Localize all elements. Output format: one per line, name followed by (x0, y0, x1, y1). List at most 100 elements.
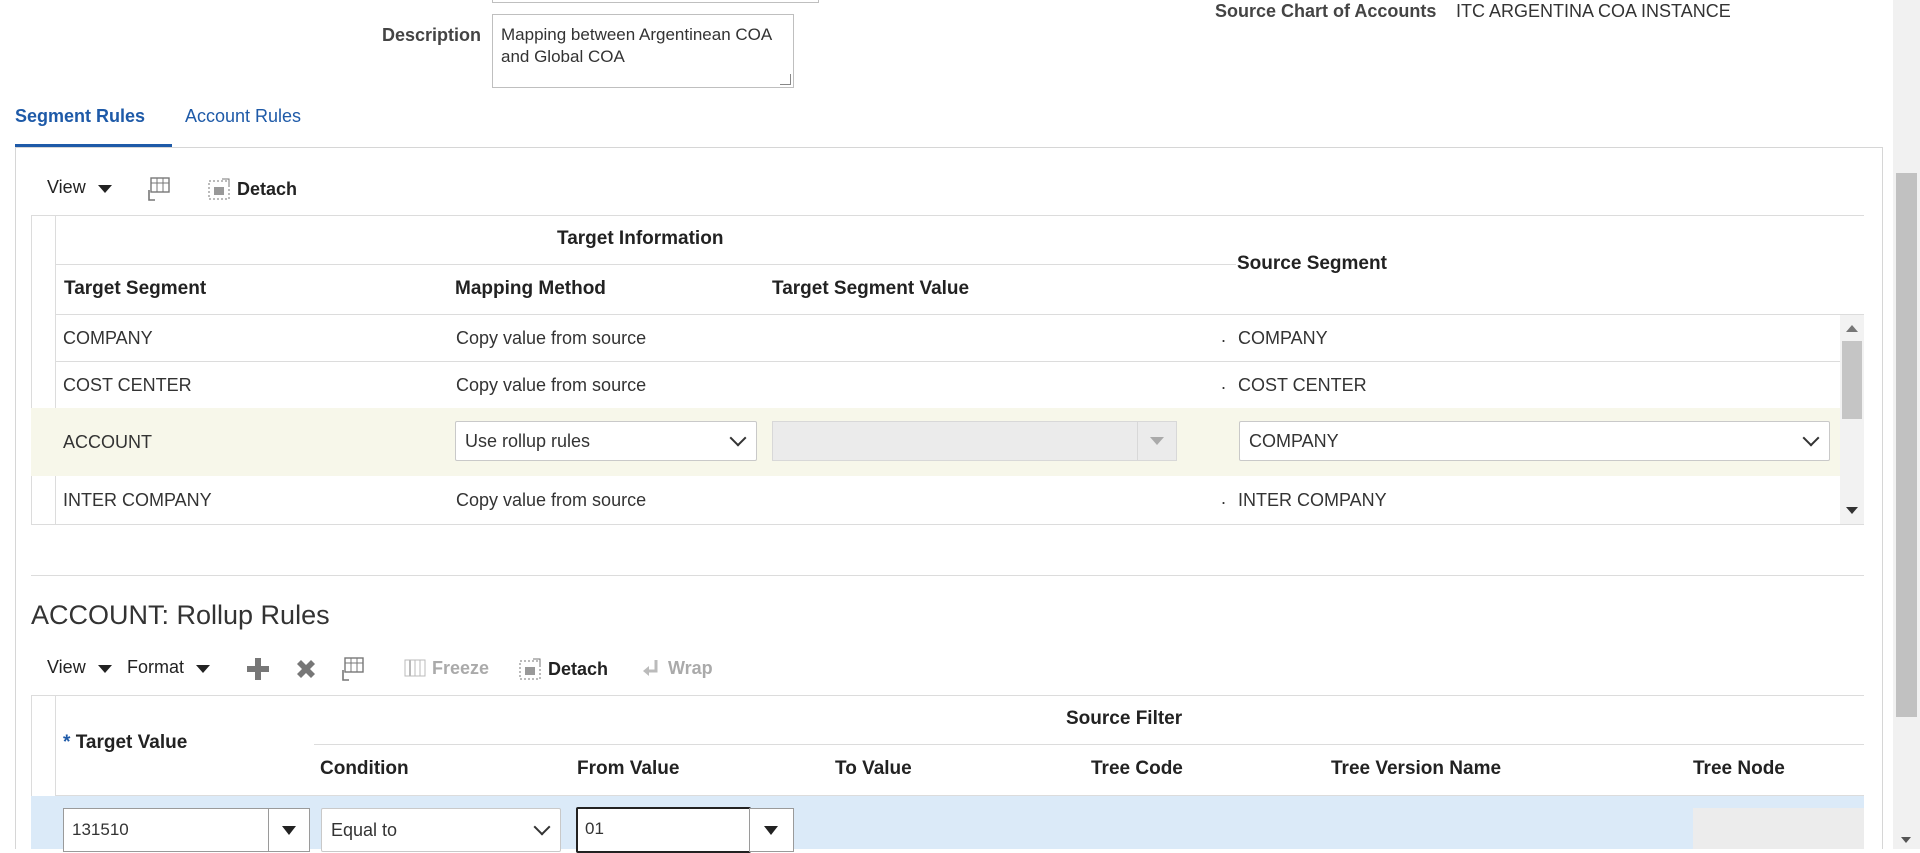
add-icon[interactable] (245, 656, 271, 687)
mapping-method-select[interactable]: Use rollup rules (455, 421, 757, 461)
wrap-icon (643, 660, 658, 676)
required-marker: * (63, 732, 71, 753)
condition-select[interactable]: Equal to (321, 808, 561, 852)
freeze-icon (404, 659, 426, 677)
detach-label: Detach (237, 178, 298, 199)
col-source-segment[interactable]: Source Segment (1237, 253, 1387, 275)
wrap-label: Wrap (668, 657, 713, 678)
source-coa-label: Source Chart of Accounts (1215, 1, 1437, 21)
source-segment-select[interactable]: COMPANY (1239, 421, 1830, 461)
table-top-border (31, 215, 1864, 216)
cell-target-segment: INTER COMPANY (63, 490, 212, 510)
source-segment-value: COMPANY (1249, 430, 1339, 451)
col-tree-version-name[interactable]: Tree Version Name (1331, 758, 1501, 780)
caret-down-icon (97, 185, 112, 193)
col-target-value[interactable]: * Target Value (63, 732, 187, 754)
detach-button[interactable]: Detach (207, 177, 297, 201)
cell-mapping-method: Copy value from source (456, 375, 647, 395)
description-value: Mapping between Argentinean COA and Glob… (501, 25, 772, 66)
table-row[interactable]: COST CENTER Copy value from source . COS… (55, 362, 1840, 408)
caret-down-icon (196, 665, 211, 673)
col-target-value-label: Target Value (75, 732, 188, 753)
view-menu[interactable]: View (47, 177, 112, 198)
rollup-detach-button[interactable]: Detach (518, 657, 608, 681)
view-menu-label: View (47, 177, 86, 197)
tree-node-field-disabled (1693, 808, 1864, 849)
group-header-line (55, 264, 1236, 265)
chevron-down-icon (729, 429, 747, 447)
condition-value: Equal to (331, 819, 398, 840)
caret-down-icon (1150, 437, 1164, 445)
table-scrollbar-thumb[interactable] (1842, 341, 1862, 419)
target-value-input[interactable]: 131510 (72, 820, 129, 840)
rollup-rules-title: ACCOUNT: Rollup Rules (31, 600, 330, 630)
cell-target-segment: ACCOUNT (63, 432, 152, 452)
from-value-input[interactable]: 01 (576, 807, 751, 853)
dropdown-button-disabled (1137, 422, 1176, 460)
table-row[interactable]: COMPANY Copy value from source . COMPANY (55, 315, 1840, 361)
source-filter-line (314, 744, 1864, 745)
col-condition[interactable]: Condition (320, 758, 409, 780)
caret-down-icon (97, 665, 112, 673)
delete-icon[interactable] (293, 656, 319, 687)
page-scrollbar[interactable] (1893, 0, 1920, 849)
col-tree-node[interactable]: Tree Node (1693, 758, 1785, 780)
target-segment-value-combobox (772, 421, 1177, 461)
col-target-segment-value[interactable]: Target Segment Value (772, 278, 969, 300)
view-menu-label: View (47, 657, 86, 677)
table-left-border (31, 215, 32, 524)
mapping-method-value: Use rollup rules (465, 430, 591, 451)
target-information-header: Target Information (557, 228, 724, 249)
rollup-view-menu[interactable]: View (47, 657, 112, 678)
detach-label: Detach (548, 658, 609, 679)
table-row[interactable]: INTER COMPANY Copy value from source . I… (55, 478, 1840, 524)
detach-icon (208, 178, 230, 200)
freeze-button: Freeze (404, 657, 489, 679)
from-value-dropdown-button[interactable] (749, 808, 794, 852)
rollup-table-top (31, 695, 1864, 696)
table-scrollbar[interactable] (1840, 315, 1864, 524)
source-filter-header: Source Filter (1066, 708, 1183, 729)
columns-icon[interactable] (341, 656, 365, 687)
cell-dot: . (1221, 488, 1227, 508)
col-target-segment[interactable]: Target Segment (64, 278, 206, 300)
rollup-row-editing[interactable]: 131510 Equal to 01 (31, 796, 1864, 853)
scroll-up-icon[interactable] (1846, 325, 1858, 332)
source-coa-value: ITC ARGENTINA COA INSTANCE (1456, 1, 1731, 21)
field-above-edge (492, 0, 819, 3)
tab-segment-rules[interactable]: Segment Rules (15, 106, 145, 127)
freeze-label: Freeze (432, 657, 490, 678)
cell-mapping-method: Copy value from source (456, 328, 647, 348)
cell-target-segment: COST CENTER (63, 375, 192, 395)
detach-icon (519, 658, 541, 680)
cell-target-segment: COMPANY (63, 328, 153, 348)
from-value-text: 01 (585, 819, 604, 838)
col-tree-code[interactable]: Tree Code (1091, 758, 1183, 780)
scroll-down-icon[interactable] (1901, 837, 1911, 843)
chevron-down-icon (533, 818, 551, 836)
resize-grip-icon[interactable] (780, 74, 791, 85)
table-row-selected[interactable]: ACCOUNT Use rollup rules COMPANY (31, 408, 1840, 476)
table-bottom-border (31, 524, 1864, 525)
tab-account-rules[interactable]: Account Rules (185, 106, 301, 127)
caret-down-icon (764, 826, 778, 835)
caret-down-icon (282, 826, 296, 835)
scroll-down-icon[interactable] (1846, 507, 1858, 514)
cell-source-segment: INTER COMPANY (1238, 490, 1387, 510)
description-textarea[interactable]: Mapping between Argentinean COA and Glob… (492, 14, 794, 88)
cell-mapping-method: Copy value from source (456, 490, 647, 510)
target-value-dropdown-button[interactable] (268, 808, 310, 852)
cell-source-segment: COMPANY (1238, 328, 1328, 348)
columns-icon[interactable] (147, 176, 171, 207)
page-scrollbar-thumb[interactable] (1896, 173, 1917, 717)
col-mapping-method[interactable]: Mapping Method (455, 278, 606, 300)
cell-source-segment: COST CENTER (1238, 375, 1367, 395)
cell-dot: . (1221, 326, 1227, 346)
target-value-combobox[interactable]: 131510 (63, 808, 310, 852)
col-to-value[interactable]: To Value (835, 758, 912, 780)
description-label: Description (382, 25, 482, 45)
format-menu[interactable]: Format (127, 657, 211, 678)
format-menu-label: Format (127, 657, 185, 677)
section-divider (31, 575, 1864, 576)
col-from-value[interactable]: From Value (577, 758, 679, 780)
